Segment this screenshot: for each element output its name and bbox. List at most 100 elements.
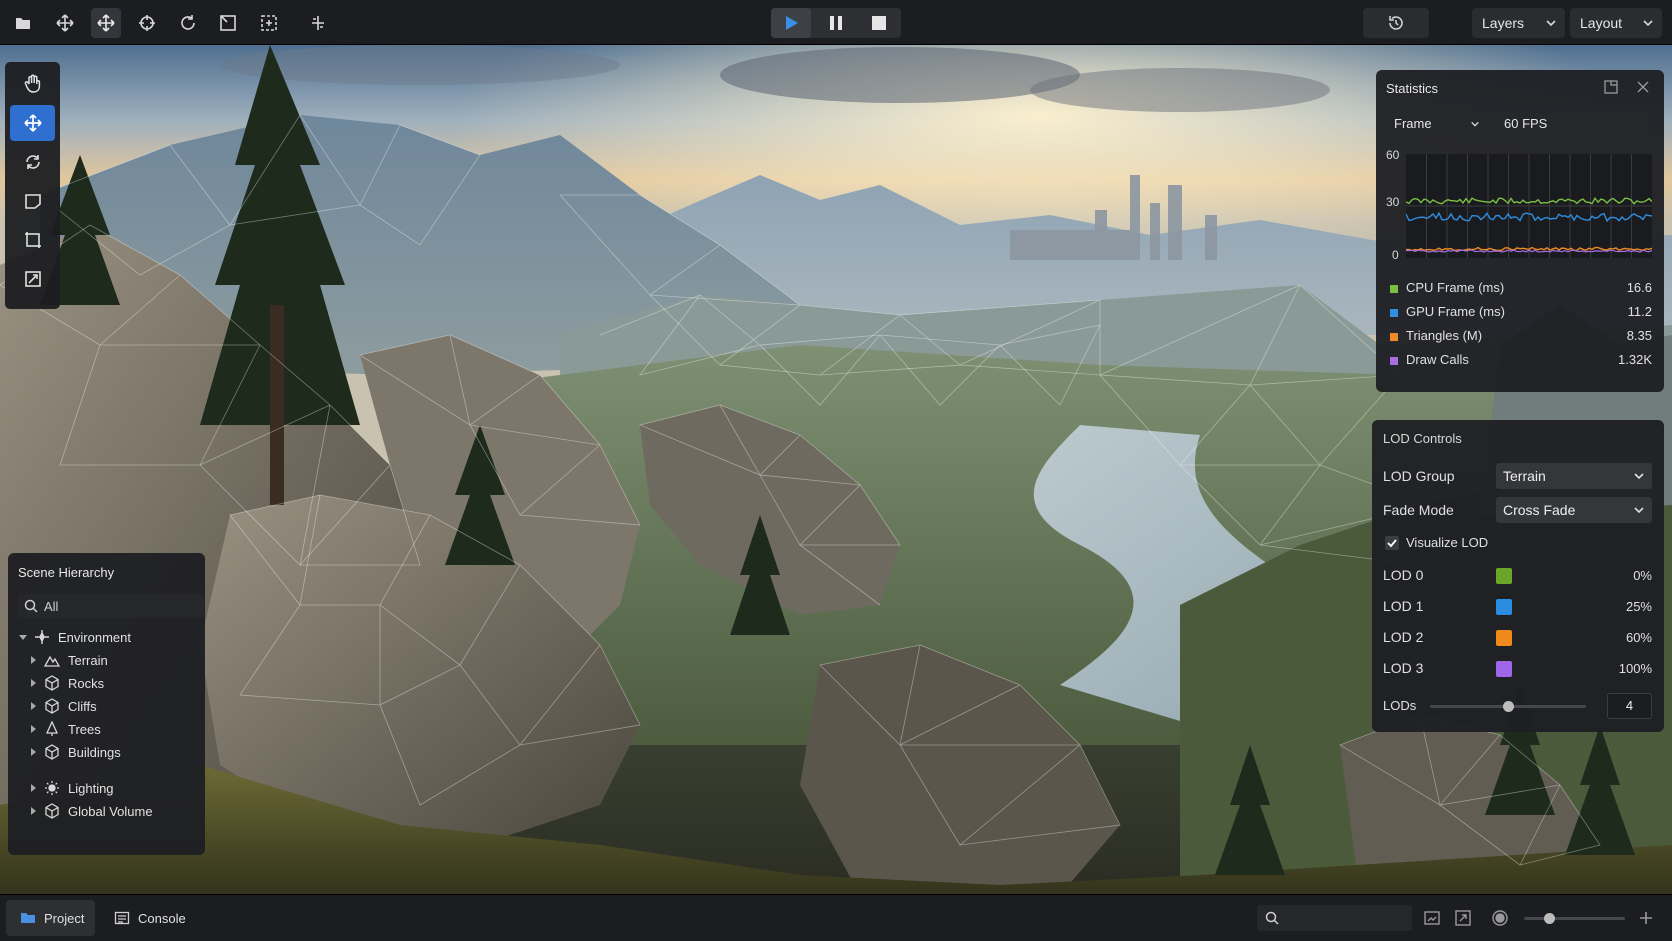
lod-controls-title: LOD Controls: [1383, 431, 1462, 446]
move-arrows-icon[interactable]: [91, 8, 121, 38]
tree-item-label: Environment: [58, 629, 131, 645]
cube-icon: [45, 803, 59, 819]
playback-controls: [771, 8, 901, 38]
lod-level-label: LOD 3: [1383, 660, 1424, 676]
lods-count-input[interactable]: 4: [1607, 693, 1652, 719]
search-icon: [1265, 911, 1279, 925]
stat-value: 8.35: [1626, 328, 1652, 343]
fade-mode-select[interactable]: Cross Fade: [1496, 497, 1652, 523]
lod1-color-swatch[interactable]: [1496, 599, 1512, 615]
tree-item-terrain[interactable]: Terrain: [28, 650, 108, 670]
zoom-slider-thumb[interactable]: [1544, 913, 1556, 924]
folder-open-icon[interactable]: [8, 8, 38, 38]
lod-level-label: LOD 2: [1383, 629, 1424, 645]
rotate-icon: [25, 155, 40, 169]
caret-right-icon: [31, 748, 36, 756]
stat-label: CPU Frame (ms): [1406, 280, 1505, 295]
cpu-swatch: [1390, 285, 1398, 293]
scale-box-icon[interactable]: [213, 8, 243, 38]
lod-level-label: LOD 0: [1383, 567, 1424, 583]
stat-label: Triangles (M): [1406, 328, 1483, 343]
terrain-icon: [44, 655, 60, 667]
hand-tool[interactable]: [10, 66, 55, 102]
statistics-panel: Statistics Frame 60 FPS 60 30 0 CPU Fram…: [1376, 70, 1664, 392]
lod0-color-swatch[interactable]: [1496, 568, 1512, 584]
render-settings-icon[interactable]: [1491, 909, 1509, 927]
tree-item-global-volume[interactable]: Global Volume: [28, 801, 153, 821]
tab-console-label: Console: [138, 910, 186, 926]
lod3-color-swatch[interactable]: [1496, 661, 1512, 677]
caret-down-icon: [19, 635, 27, 640]
chevron-down-icon: [1634, 507, 1644, 514]
sun-icon: [45, 781, 59, 795]
fit-view-icon[interactable]: [1423, 909, 1441, 927]
statistics-title: Statistics: [1386, 81, 1439, 96]
stat-mode-select[interactable]: Frame: [1386, 113, 1486, 135]
tree-item-label: Terrain: [68, 652, 108, 668]
pivot-icon[interactable]: [303, 8, 333, 38]
graph-axis-bottom: 0: [1392, 248, 1399, 262]
tree-icon: [45, 721, 59, 736]
folder-icon: [21, 913, 35, 923]
scale-tool[interactable]: [10, 222, 55, 258]
hierarchy-search[interactable]: All: [18, 594, 204, 618]
hierarchy-title: Scene Hierarchy: [18, 565, 115, 580]
tree-item-cliffs[interactable]: Cliffs: [28, 696, 97, 716]
close-icon[interactable]: [1636, 80, 1650, 94]
layout-dropdown[interactable]: Layout: [1570, 8, 1662, 38]
tab-project-label: Project: [44, 910, 85, 926]
rotate-tool[interactable]: [10, 144, 55, 180]
tool-strip: [5, 62, 60, 309]
layers-dropdown[interactable]: Layers: [1472, 8, 1565, 38]
visualize-lod-label: Visualize LOD: [1406, 535, 1489, 550]
expand-icon[interactable]: [1454, 909, 1472, 927]
move-tool[interactable]: [10, 105, 55, 141]
stat-row-gpu: GPU Frame (ms) 11.2: [1390, 304, 1652, 322]
stop-icon: [872, 16, 886, 30]
zoom-in-icon[interactable]: [1637, 909, 1655, 927]
stop-button[interactable]: [859, 8, 899, 38]
lod-group-select[interactable]: Terrain: [1496, 463, 1652, 489]
lod2-color-swatch[interactable]: [1496, 630, 1512, 646]
search-icon: [24, 599, 38, 613]
history-button[interactable]: [1363, 8, 1429, 38]
popout-icon[interactable]: [1604, 80, 1618, 94]
lod-level-percent: 25%: [1625, 599, 1652, 614]
rotate-icon[interactable]: [173, 8, 203, 38]
cube-icon: [45, 675, 59, 691]
visualize-lod-checkbox[interactable]: [1385, 536, 1399, 550]
caret-right-icon: [31, 656, 36, 664]
tree-item-environment[interactable]: Environment: [18, 627, 131, 647]
move-arrows-icon[interactable]: [50, 8, 80, 38]
pause-icon: [830, 16, 842, 30]
tree-item-buildings[interactable]: Buildings: [28, 742, 121, 762]
tree-item-label: Trees: [68, 721, 101, 737]
fade-mode-value: Cross Fade: [1503, 502, 1576, 518]
lods-slider-thumb[interactable]: [1503, 701, 1514, 712]
zoom-slider-track[interactable]: [1524, 913, 1625, 924]
stat-label: GPU Frame (ms): [1406, 304, 1505, 319]
tab-console[interactable]: Console: [100, 900, 200, 936]
checkmark-icon: [1387, 539, 1397, 548]
stat-value: 16.6: [1626, 280, 1652, 295]
lod-controls-panel: LOD Controls LOD Group Terrain Fade Mode…: [1372, 420, 1664, 732]
stat-row-cpu: CPU Frame (ms) 16.6: [1390, 280, 1652, 298]
lod-level-percent: 100%: [1618, 661, 1652, 676]
graph-axis-top: 60: [1386, 148, 1400, 162]
transform-tool[interactable]: [10, 261, 55, 297]
tree-item-lighting[interactable]: Lighting: [28, 778, 114, 798]
snap-grid-icon[interactable]: [254, 8, 284, 38]
play-button[interactable]: [771, 8, 811, 38]
tree-item-trees[interactable]: Trees: [28, 719, 101, 739]
lods-slider-track[interactable]: [1430, 701, 1586, 712]
layout-label: Layout: [1580, 15, 1623, 31]
crosshair-icon[interactable]: [132, 8, 162, 38]
hand-icon: [24, 74, 40, 93]
tree-item-rocks[interactable]: Rocks: [28, 673, 104, 693]
rect-select-tool[interactable]: [10, 183, 55, 219]
tab-project[interactable]: Project: [6, 900, 95, 936]
pause-button[interactable]: [816, 8, 856, 38]
scene-hierarchy-panel: Scene Hierarchy All Environment Terrain …: [8, 553, 205, 855]
chevron-down-icon: [1634, 473, 1644, 480]
bottom-search-input[interactable]: [1257, 905, 1412, 931]
